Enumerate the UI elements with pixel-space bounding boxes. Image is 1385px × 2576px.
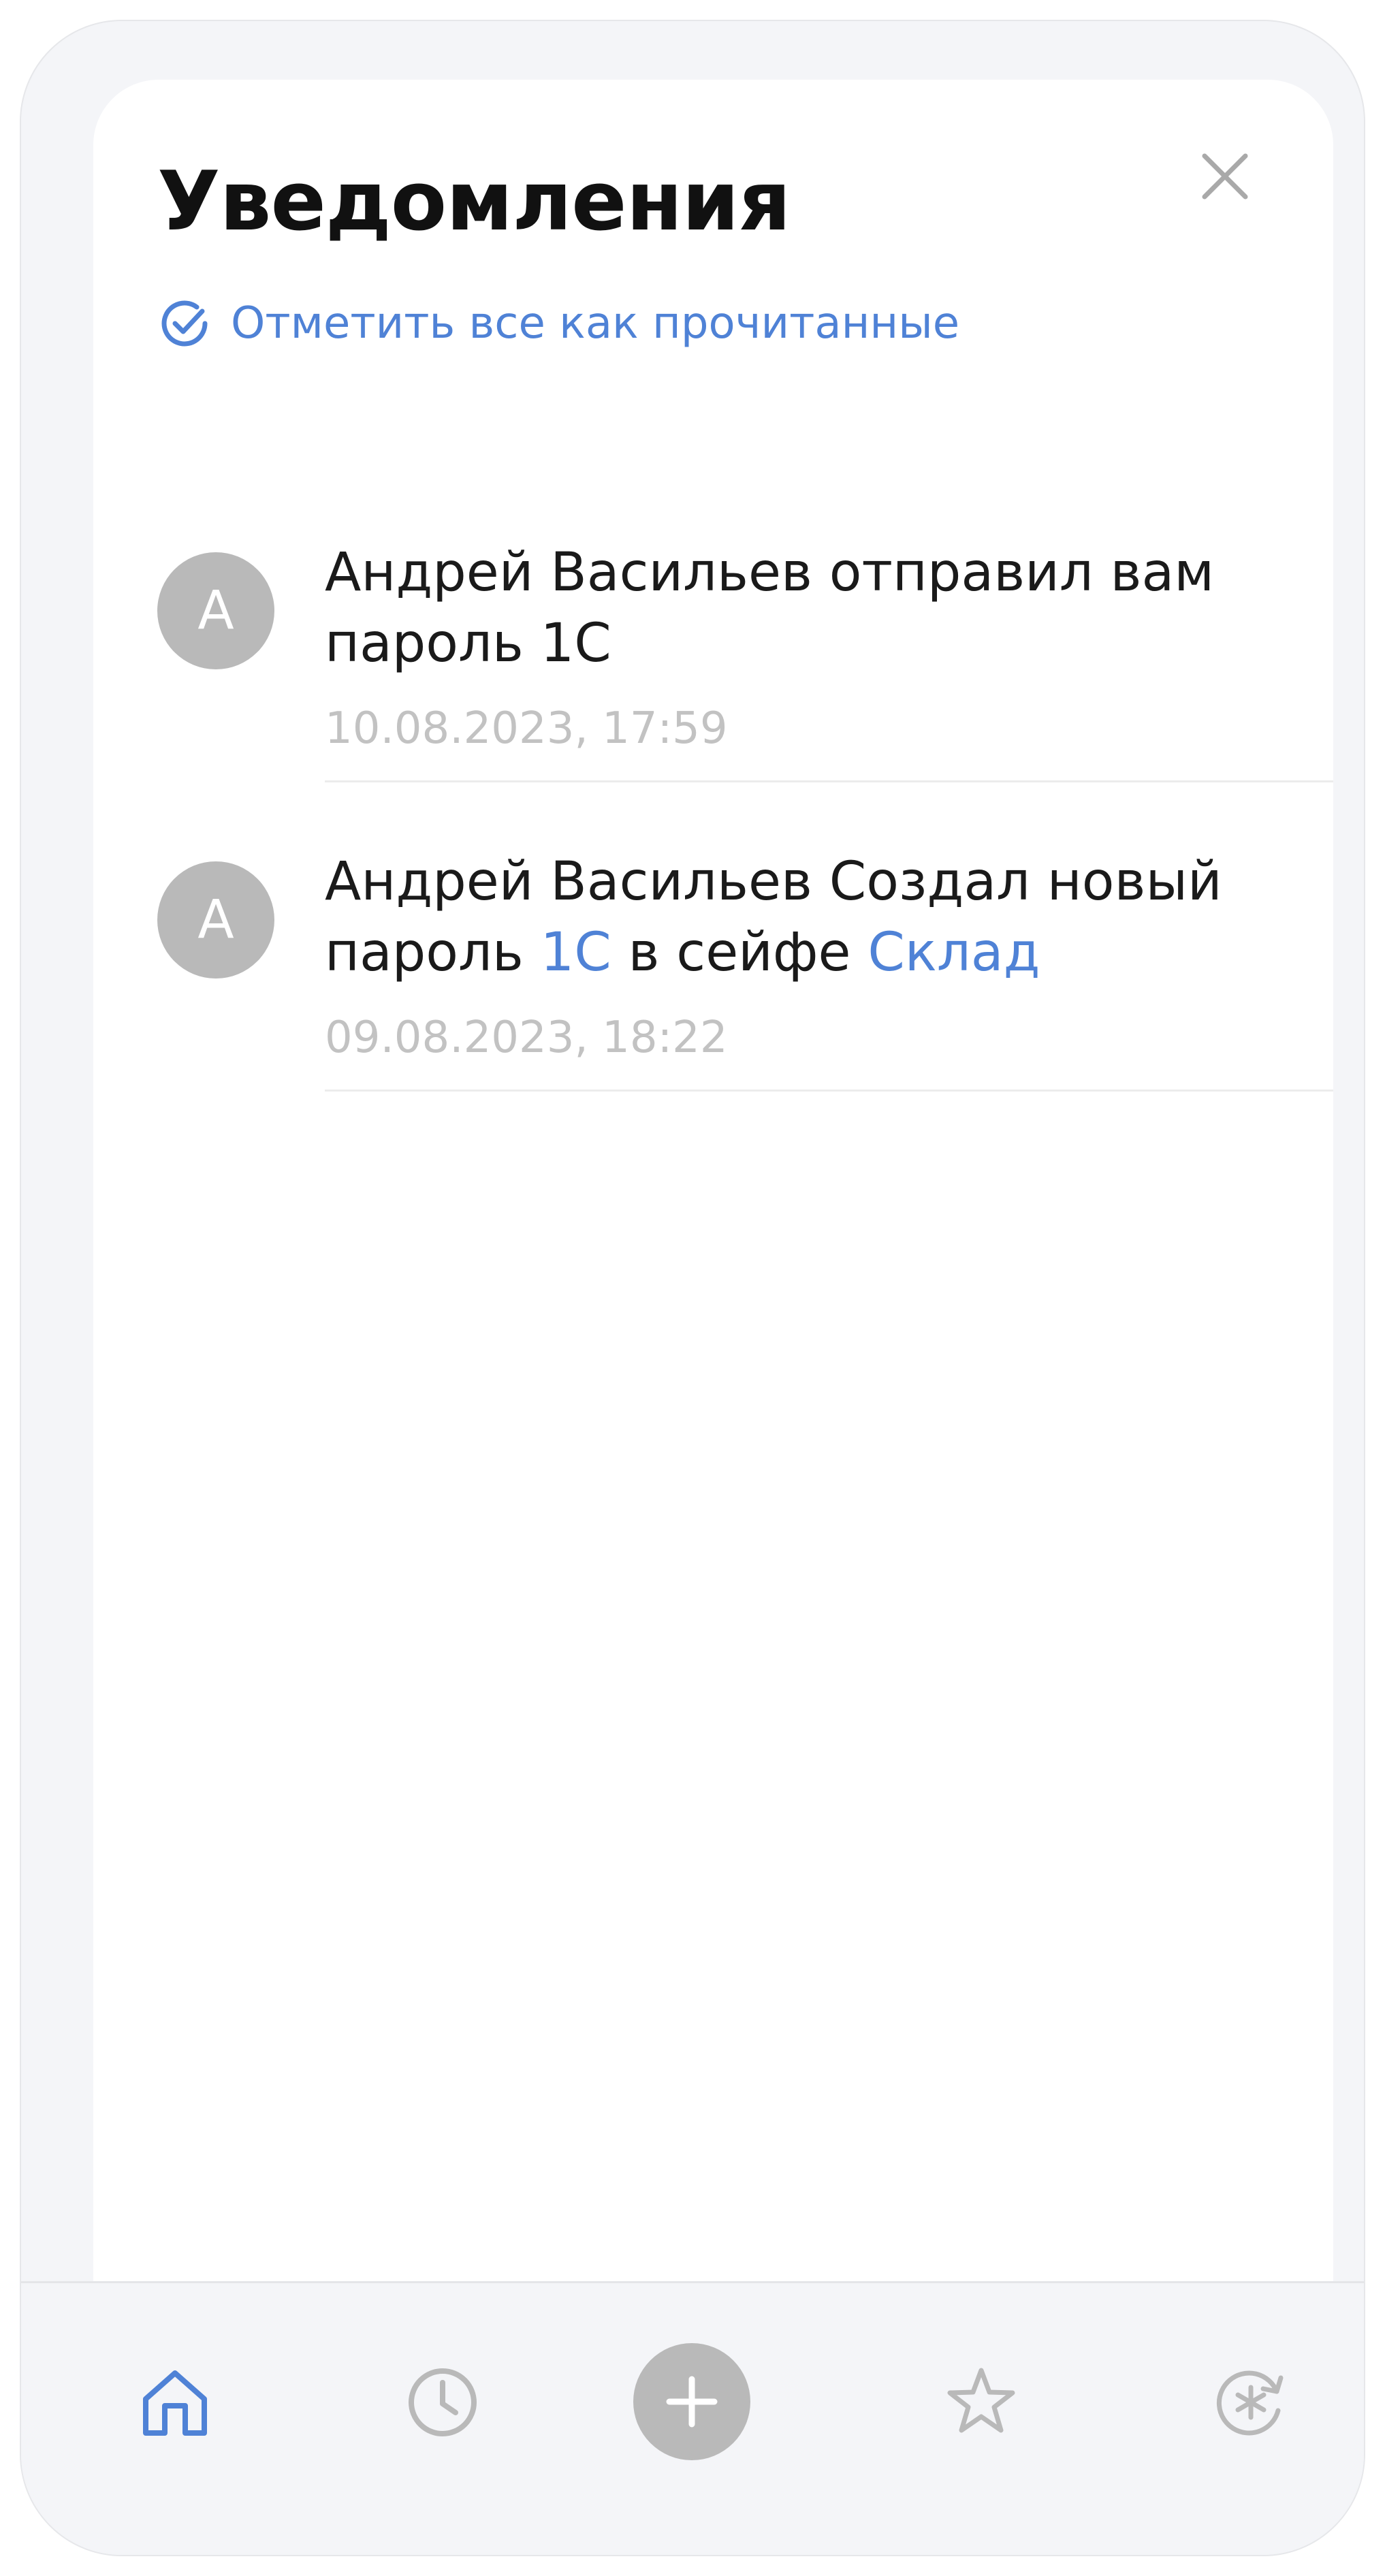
- notification-list: А Андрей Васильев отправил вам пароль 1С…: [93, 473, 1333, 1092]
- bottom-tab-bar: [21, 2281, 1364, 2555]
- notification-time: 10.08.2023, 17:59: [325, 703, 728, 754]
- avatar: А: [157, 861, 274, 979]
- plus-icon: [666, 2376, 718, 2428]
- clock-icon: [409, 2368, 477, 2436]
- notification-time: 09.08.2023, 18:22: [325, 1013, 728, 1063]
- notification-content: Андрей Васильев Создал новый пароль 1С в…: [325, 846, 1333, 1063]
- close-button[interactable]: [1190, 141, 1260, 212]
- password-link[interactable]: 1С: [541, 922, 611, 983]
- avatar-letter: А: [197, 580, 234, 641]
- home-icon: [143, 2370, 207, 2436]
- notification-item[interactable]: А Андрей Васильев отправил вам пароль 1С…: [93, 473, 1333, 782]
- notifications-panel: Уведомления Отметить все как прочитанные…: [93, 80, 1333, 2301]
- check-circle-icon: [161, 300, 208, 347]
- phone-frame: Уведомления Отметить все как прочитанные…: [20, 20, 1365, 2556]
- avatar: А: [157, 552, 274, 669]
- star-icon: [947, 2368, 1015, 2433]
- page-title: Уведомления: [157, 155, 791, 249]
- add-button[interactable]: [633, 2343, 750, 2460]
- divider: [325, 1090, 1333, 1092]
- mark-all-read-label: Отметить все как прочитанные: [231, 298, 960, 349]
- notification-text-part: в сейфе: [611, 922, 868, 983]
- tab-favorites[interactable]: [923, 2344, 1039, 2460]
- tab-history[interactable]: [385, 2344, 500, 2460]
- notification-item[interactable]: А Андрей Васильев Создал новый пароль 1С…: [93, 782, 1333, 1092]
- close-icon: [1202, 153, 1248, 200]
- tab-home[interactable]: [117, 2344, 233, 2460]
- tab-password-generator[interactable]: [1193, 2344, 1309, 2460]
- notification-content: Андрей Васильев отправил вам пароль 1С 1…: [325, 537, 1333, 754]
- avatar-letter: А: [197, 889, 234, 951]
- vault-link[interactable]: Склад: [867, 922, 1040, 983]
- mark-all-read-button[interactable]: Отметить все как прочитанные: [157, 296, 959, 351]
- notification-text: Андрей Васильев отправил вам пароль 1С: [325, 542, 1215, 674]
- notification-text: Андрей Васильев Создал новый пароль 1С в…: [325, 846, 1292, 988]
- password-generator-icon: [1216, 2370, 1284, 2436]
